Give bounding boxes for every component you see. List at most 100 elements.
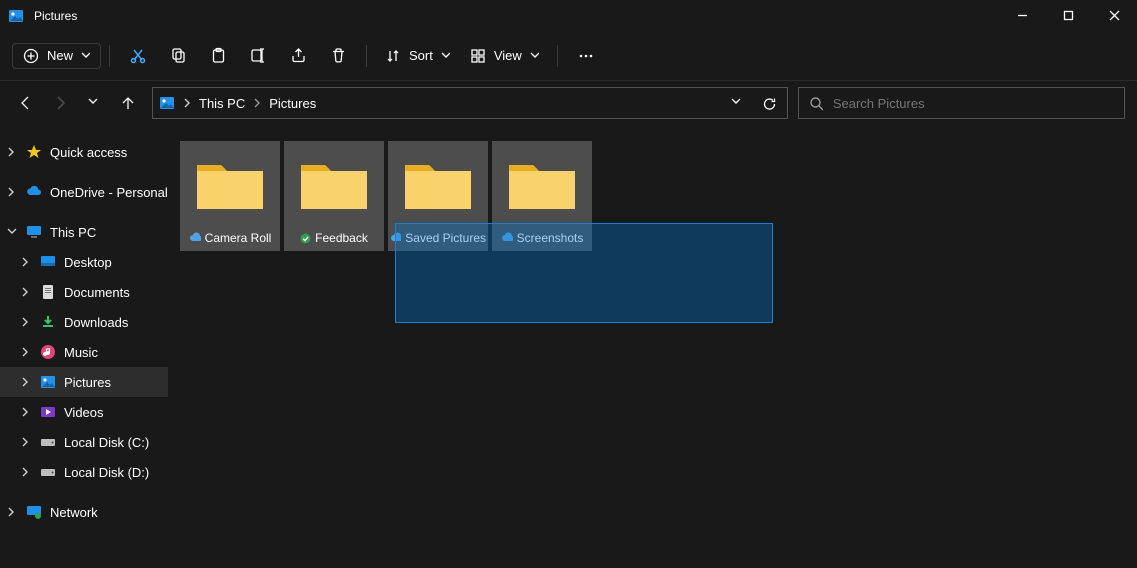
window-title: Pictures	[34, 9, 77, 23]
forward-button[interactable]	[46, 89, 74, 117]
folder-item[interactable]: Camera Roll	[180, 141, 280, 251]
chevron-down-icon	[441, 51, 450, 60]
chevron-right-icon	[20, 347, 32, 357]
address-dropdown-button[interactable]	[725, 97, 749, 109]
chevron-down-icon	[530, 51, 539, 60]
share-icon	[290, 47, 307, 64]
recent-button[interactable]	[80, 89, 108, 117]
music-icon	[40, 344, 56, 360]
view-button[interactable]: View	[460, 42, 549, 70]
breadcrumb-pictures[interactable]: Pictures	[269, 96, 316, 111]
selection-marquee	[395, 223, 773, 323]
minimize-button[interactable]	[999, 0, 1045, 31]
view-icon	[470, 48, 486, 64]
cloud-status-icon	[189, 232, 201, 244]
toolbar: New Sort View	[0, 31, 1137, 81]
chevron-right-icon	[20, 377, 32, 387]
pictures-app-icon	[8, 8, 24, 24]
toolbar-separator	[557, 45, 558, 67]
cloud-icon	[26, 184, 42, 200]
folder-label: Feedback	[284, 227, 384, 251]
maximize-button[interactable]	[1045, 0, 1091, 31]
rename-button[interactable]	[238, 41, 278, 70]
star-icon	[26, 144, 42, 160]
video-icon	[40, 404, 56, 420]
plus-circle-icon	[23, 48, 39, 64]
paste-icon	[210, 47, 227, 64]
folder-item[interactable]: Feedback	[284, 141, 384, 251]
paste-button[interactable]	[198, 41, 238, 70]
address-bar[interactable]: This PC Pictures	[152, 87, 788, 119]
document-icon	[40, 284, 56, 300]
sort-icon	[385, 48, 401, 64]
desktop-icon	[40, 254, 56, 270]
chevron-right-icon	[20, 287, 32, 297]
new-button[interactable]: New	[12, 43, 101, 69]
breadcrumb-this-pc[interactable]: This PC	[199, 96, 245, 111]
chevron-right-icon	[20, 407, 32, 417]
sort-button[interactable]: Sort	[375, 42, 460, 70]
chevron-right-icon	[20, 257, 32, 267]
tree-downloads[interactable]: Downloads	[0, 307, 168, 337]
location-icon	[159, 95, 175, 111]
tree-network[interactable]: Network	[0, 497, 168, 527]
more-icon	[577, 48, 595, 64]
delete-icon	[330, 47, 347, 64]
chevron-down-icon	[81, 51, 90, 60]
folder-icon	[180, 141, 280, 227]
chevron-right-icon	[6, 507, 18, 517]
cut-button[interactable]	[118, 41, 158, 71]
close-button[interactable]	[1091, 0, 1137, 31]
tree-this-pc[interactable]: This PC	[0, 217, 168, 247]
chevron-right-icon	[183, 98, 191, 108]
tree-documents[interactable]: Documents	[0, 277, 168, 307]
sort-label: Sort	[409, 48, 433, 63]
view-label: View	[494, 48, 522, 63]
cut-icon	[129, 47, 147, 65]
address-row: This PC Pictures	[0, 81, 1137, 125]
tree-local-c[interactable]: Local Disk (C:)	[0, 427, 168, 457]
refresh-button[interactable]	[757, 96, 781, 111]
share-button[interactable]	[278, 41, 318, 70]
search-box[interactable]	[798, 87, 1125, 119]
back-button[interactable]	[12, 89, 40, 117]
tree-pictures[interactable]: Pictures	[0, 367, 168, 397]
chevron-right-icon	[253, 98, 261, 108]
drive-icon	[40, 434, 56, 450]
up-button[interactable]	[114, 89, 142, 117]
chevron-right-icon	[20, 437, 32, 447]
folder-label: Camera Roll	[180, 227, 280, 251]
tree-quick-access[interactable]: Quick access	[0, 137, 168, 167]
new-label: New	[47, 48, 73, 63]
monitor-icon	[26, 224, 42, 240]
chevron-right-icon	[20, 467, 32, 477]
toolbar-separator	[366, 45, 367, 67]
search-icon	[809, 96, 823, 111]
chevron-right-icon	[6, 187, 18, 197]
download-icon	[40, 314, 56, 330]
content-area[interactable]: Camera RollFeedbackSaved PicturesScreens…	[168, 125, 1137, 568]
synced-icon	[300, 233, 311, 244]
navigation-tree: Quick access OneDrive - Personal This PC…	[0, 125, 168, 568]
rename-icon	[250, 47, 267, 64]
tree-music[interactable]: Music	[0, 337, 168, 367]
drive-icon	[40, 464, 56, 480]
toolbar-separator	[109, 45, 110, 67]
folder-icon	[492, 141, 592, 227]
copy-icon	[170, 47, 187, 64]
copy-button[interactable]	[158, 41, 198, 70]
network-icon	[26, 504, 42, 520]
title-bar: Pictures	[0, 0, 1137, 31]
more-button[interactable]	[566, 42, 606, 70]
tree-onedrive[interactable]: OneDrive - Personal	[0, 177, 168, 207]
search-input[interactable]	[833, 96, 1114, 111]
pictures-icon	[40, 374, 56, 390]
tree-videos[interactable]: Videos	[0, 397, 168, 427]
tree-desktop[interactable]: Desktop	[0, 247, 168, 277]
folder-icon	[388, 141, 488, 227]
chevron-right-icon	[6, 147, 18, 157]
delete-button[interactable]	[318, 41, 358, 70]
chevron-down-icon	[6, 227, 18, 237]
folder-icon	[284, 141, 384, 227]
tree-local-d[interactable]: Local Disk (D:)	[0, 457, 168, 487]
